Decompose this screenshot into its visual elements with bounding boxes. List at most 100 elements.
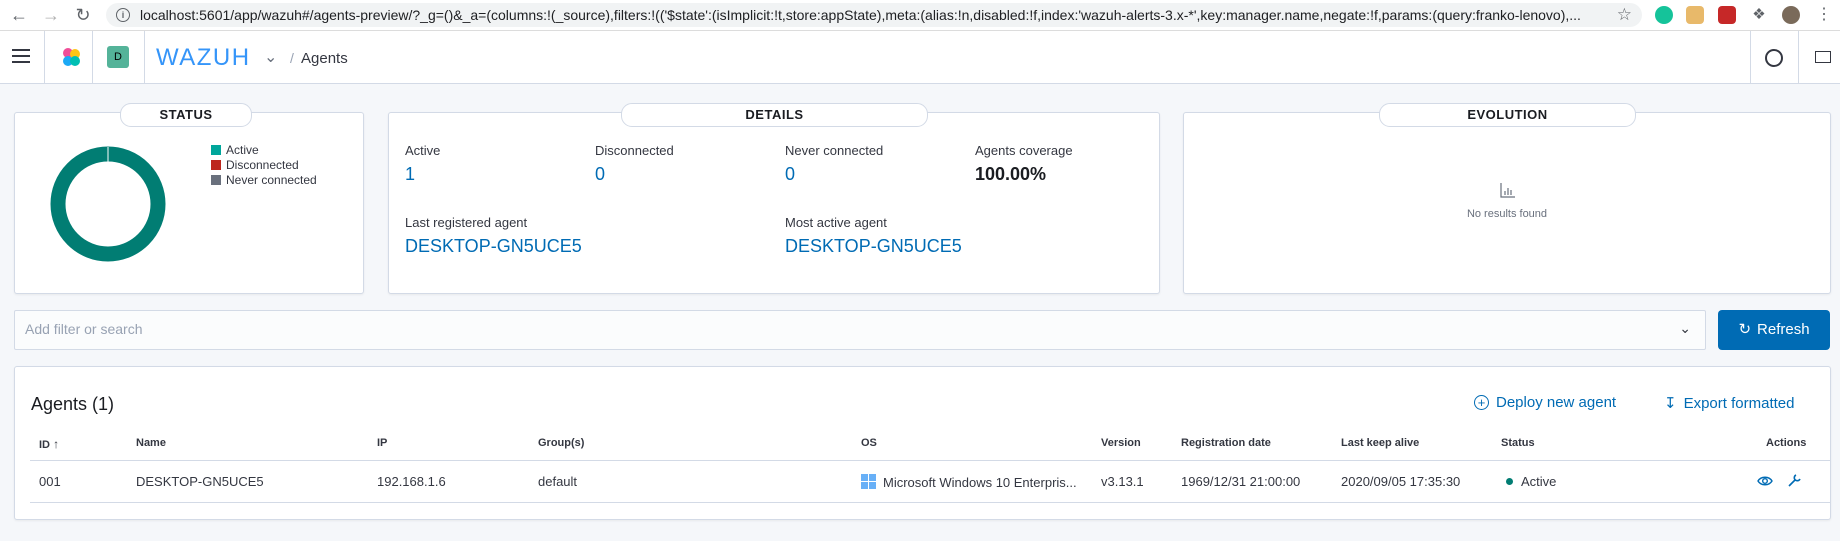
column-header-groups[interactable]: Group(s) <box>538 437 584 449</box>
url-text[interactable]: localhost:5601/app/wazuh#/agents-preview… <box>140 7 1620 23</box>
legend-label: Active <box>226 143 259 157</box>
status-label: Active <box>1521 474 1557 489</box>
status-donut-chart <box>50 146 166 262</box>
divider <box>92 31 93 83</box>
cell-last-keep-alive[interactable]: 2020/09/05 17:35:30 <box>1341 474 1460 489</box>
forward-icon[interactable]: → <box>40 4 62 26</box>
sort-up-arrow-icon: ↑ <box>53 437 60 451</box>
agents-table-title: Agents (1) <box>31 394 115 414</box>
extension-icon[interactable] <box>1718 6 1736 24</box>
cell-name[interactable]: DESKTOP-GN5UCE5 <box>136 474 264 489</box>
profile-avatar[interactable] <box>1782 6 1800 24</box>
help-icon[interactable] <box>1765 49 1783 67</box>
legend-label: Disconnected <box>226 158 299 172</box>
most-active-agent: Most active agent DESKTOP-GN5UCE5 <box>785 215 962 257</box>
elastic-logo-icon[interactable] <box>60 46 82 68</box>
column-header-last-keep-alive[interactable]: Last keep alive <box>1341 437 1419 449</box>
last-registered-agent: Last registered agent DESKTOP-GN5UCE5 <box>405 215 582 257</box>
cell-registration-date[interactable]: 1969/12/31 21:00:00 <box>1181 474 1300 489</box>
legend-item-never-connected: Never connected <box>211 173 317 187</box>
column-header-status[interactable]: Status <box>1501 437 1535 449</box>
stat-active: Active 1 <box>405 143 440 185</box>
divider <box>44 31 45 83</box>
puzzle-extensions-icon[interactable]: ❖ <box>1750 6 1768 24</box>
space-avatar[interactable]: D <box>107 46 129 68</box>
cell-version[interactable]: v3.13.1 <box>1101 474 1144 489</box>
stat-label: Most active agent <box>785 215 887 230</box>
wrench-configure-icon[interactable] <box>1786 473 1802 489</box>
export-icon: ↧ <box>1664 395 1677 412</box>
wazuh-logo[interactable]: WAZUH <box>156 44 251 72</box>
most-active-agent-link[interactable]: DESKTOP-GN5UCE5 <box>785 236 962 257</box>
column-label: ID <box>39 439 50 451</box>
stat-value[interactable]: 1 <box>405 164 440 185</box>
column-header-registration-date[interactable]: Registration date <box>1181 437 1271 449</box>
cell-groups[interactable]: default <box>538 474 577 489</box>
cell-ip[interactable]: 192.168.1.6 <box>377 474 446 489</box>
bookmark-star-icon[interactable]: ☆ <box>1617 5 1632 25</box>
deploy-new-agent-button[interactable]: + Deploy new agent <box>1474 394 1616 411</box>
refresh-icon: ↻ <box>1738 321 1752 338</box>
back-icon[interactable]: ← <box>8 4 30 26</box>
grammarly-extension-icon[interactable] <box>1655 6 1673 24</box>
export-label: Export formatted <box>1683 395 1795 412</box>
refresh-button[interactable]: ↻ Refresh <box>1718 310 1830 350</box>
stat-label: Active <box>405 143 441 158</box>
legend-label: Never connected <box>226 173 317 187</box>
menu-icon[interactable] <box>12 49 30 63</box>
divider <box>1798 31 1799 83</box>
stat-label: Never connected <box>785 143 884 158</box>
status-dot <box>1506 478 1513 485</box>
column-header-name[interactable]: Name <box>136 437 166 449</box>
extension-icon[interactable] <box>1686 6 1704 24</box>
stat-value: 100.00% <box>975 164 1047 184</box>
os-label: Microsoft Windows 10 Enterpris... <box>883 475 1077 490</box>
donut-active-segment[interactable] <box>50 146 166 262</box>
filter-search-bar[interactable]: ⌄ <box>14 310 1706 350</box>
stat-label: Disconnected <box>595 143 674 158</box>
breadcrumb-separator: / <box>290 50 294 66</box>
divider <box>144 31 145 83</box>
stat-agents-coverage: Agents coverage 100.00% <box>975 143 1073 185</box>
windows-icon <box>861 474 877 490</box>
search-input[interactable] <box>23 320 1627 338</box>
browser-toolbar: ← → ↻ i localhost:5601/app/wazuh#/agents… <box>0 0 1840 31</box>
last-registered-agent-link[interactable]: DESKTOP-GN5UCE5 <box>405 236 582 257</box>
stat-value[interactable]: 0 <box>595 164 674 185</box>
column-header-ip[interactable]: IP <box>377 437 387 449</box>
export-formatted-button[interactable]: ↧ Export formatted <box>1664 394 1794 412</box>
newsfeed-icon[interactable] <box>1815 51 1831 63</box>
chevron-down-icon[interactable]: ⌄ <box>1679 320 1691 337</box>
legend-swatch <box>211 175 221 185</box>
stat-value[interactable]: 0 <box>785 164 883 185</box>
address-bar[interactable]: i localhost:5601/app/wazuh#/agents-previ… <box>106 3 1642 27</box>
stat-disconnected: Disconnected 0 <box>595 143 674 185</box>
legend-item-disconnected: Disconnected <box>211 158 299 172</box>
cell-status[interactable]: Active <box>1506 474 1556 489</box>
column-header-actions: Actions <box>1766 437 1807 449</box>
browser-menu-icon[interactable]: ⋮ <box>1815 6 1833 24</box>
panel-title: STATUS <box>120 103 252 127</box>
site-info-icon[interactable]: i <box>116 8 130 22</box>
refresh-label: Refresh <box>1757 321 1810 338</box>
legend-swatch <box>211 145 221 155</box>
cell-id[interactable]: 001 <box>39 474 61 489</box>
deploy-label: Deploy new agent <box>1496 394 1617 411</box>
table-header-divider <box>30 460 1830 461</box>
chevron-down-icon[interactable]: ⌄ <box>264 47 277 67</box>
column-header-os[interactable]: OS <box>861 437 877 449</box>
reload-icon[interactable]: ↻ <box>72 4 94 26</box>
column-header-id[interactable]: ID ↑ <box>39 437 59 451</box>
panel-title: DETAILS <box>621 103 928 127</box>
details-panel: DETAILS Active 1 Disconnected 0 Never co… <box>388 103 1160 294</box>
evolution-panel: EVOLUTION No results found <box>1183 103 1831 294</box>
column-header-version[interactable]: Version <box>1101 437 1141 449</box>
plus-circle-icon: + <box>1474 395 1489 410</box>
visualization-chart-icon <box>1500 183 1515 198</box>
cell-os[interactable]: Microsoft Windows 10 Enterpris... <box>861 474 1077 490</box>
view-eye-icon[interactable] <box>1757 474 1773 488</box>
legend-swatch <box>211 160 221 170</box>
stat-never-connected: Never connected 0 <box>785 143 883 185</box>
stat-label: Last registered agent <box>405 215 528 230</box>
legend-item-active: Active <box>211 143 259 157</box>
